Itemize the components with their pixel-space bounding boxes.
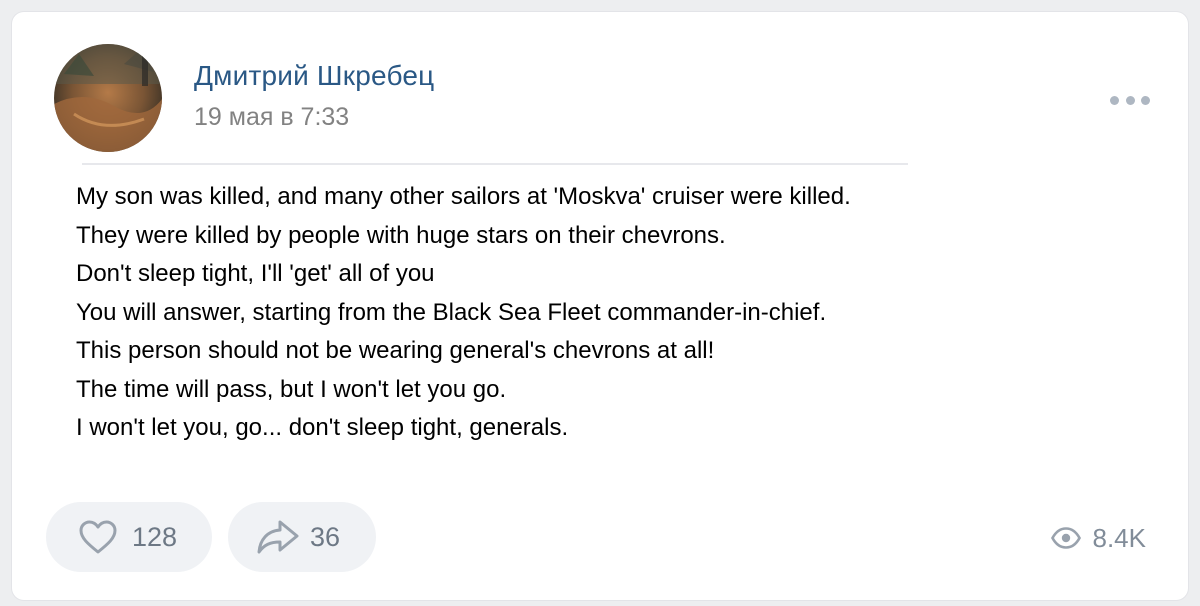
like-count: 128 [132,521,178,552]
views-count: 8.4K [1092,522,1147,553]
avatar[interactable] [54,44,162,152]
divider [82,163,908,165]
post-text-line: You will answer, starting from the Black… [76,298,827,326]
author-name[interactable]: Дмитрий Шкребец [194,60,434,92]
like-button[interactable]: 128 [46,502,212,572]
post-text: My son was killed, and many other sailor… [76,178,1136,448]
post-text-line: I won't let you, go... don't sleep tight… [76,414,569,441]
more-dot [1141,95,1150,105]
share-count: 36 [310,521,341,552]
eye-icon [1050,526,1081,550]
more-options-icon[interactable] [1110,90,1150,110]
post-text-line: My son was killed, and many other sailor… [76,183,851,210]
post-date[interactable]: 19 мая в 7:33 [194,103,349,132]
more-dot [1110,95,1119,105]
post-text-line: Don't sleep tight, I'll 'get' all of you [76,260,435,287]
share-button[interactable]: 36 [228,502,376,572]
heart-icon [76,517,120,557]
post-text-line: They were killed by people with huge sta… [76,221,726,249]
views-counter: 8.4K [1050,520,1147,556]
post-card: Дмитрий Шкребец 19 мая в 7:33 My son was… [12,12,1188,600]
post-text-line: This person should not be wearing genera… [76,337,715,364]
more-dot [1125,95,1135,105]
share-arrow-icon [256,517,300,557]
post-text-line: The time will pass, but I won't let you … [76,375,507,403]
